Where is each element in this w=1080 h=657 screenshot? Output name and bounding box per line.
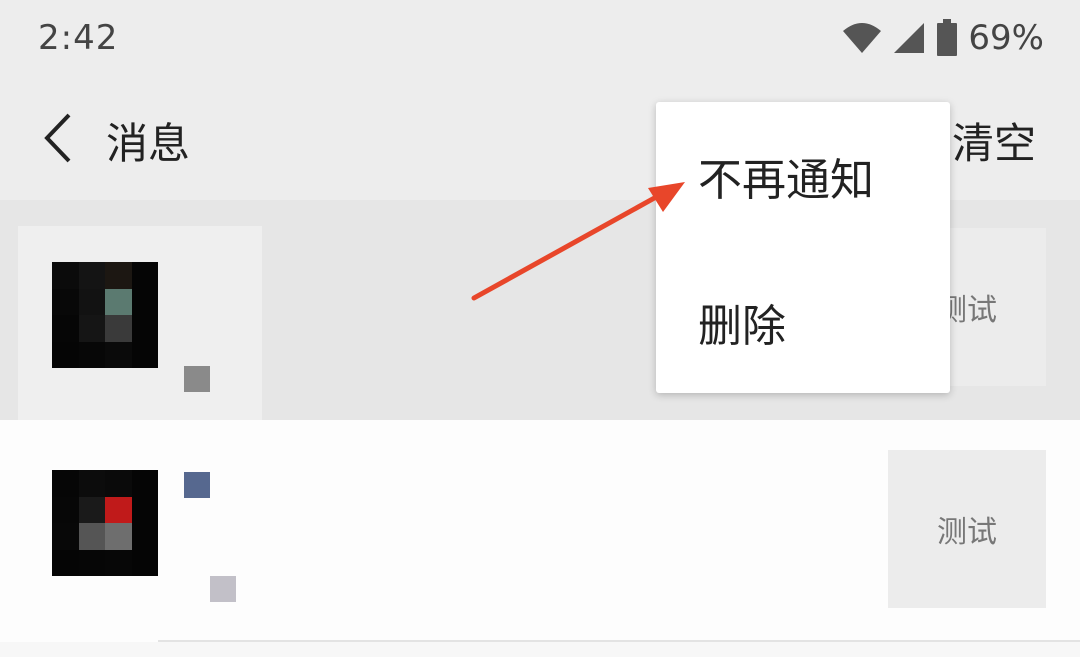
badge-square (184, 366, 210, 392)
avatar[interactable] (52, 470, 158, 576)
thumbnail-text: 测试 (937, 515, 997, 550)
screen: 2:42 69% 消息 清空 测试 测试 不再通知 删除 (0, 0, 1080, 657)
signal-icon (894, 23, 925, 53)
page-title: 消息 (106, 119, 191, 168)
message-thumbnail: 测试 (888, 450, 1046, 608)
wifi-icon (843, 23, 882, 53)
clear-button[interactable]: 清空 (952, 110, 1036, 171)
menu-item-delete[interactable]: 删除 (656, 252, 950, 392)
menu-item-label: 不再通知 (698, 155, 874, 206)
context-menu: 不再通知 删除 (656, 102, 950, 393)
status-time: 2:42 (38, 18, 119, 58)
divider (158, 640, 1080, 642)
badge-square (184, 472, 210, 498)
battery-percent: 69% (968, 18, 1044, 58)
menu-item-label: 删除 (698, 301, 786, 352)
battery-icon (937, 19, 958, 56)
chevron-left-icon (44, 113, 71, 163)
back-button[interactable] (28, 108, 88, 168)
status-icons: 69% (842, 18, 1044, 58)
badge-square (210, 576, 236, 602)
menu-item-mute[interactable]: 不再通知 (656, 106, 950, 246)
status-bar: 2:42 69% (0, 0, 1080, 78)
avatar[interactable] (52, 262, 158, 368)
list-item[interactable]: 测试 (0, 420, 1080, 642)
